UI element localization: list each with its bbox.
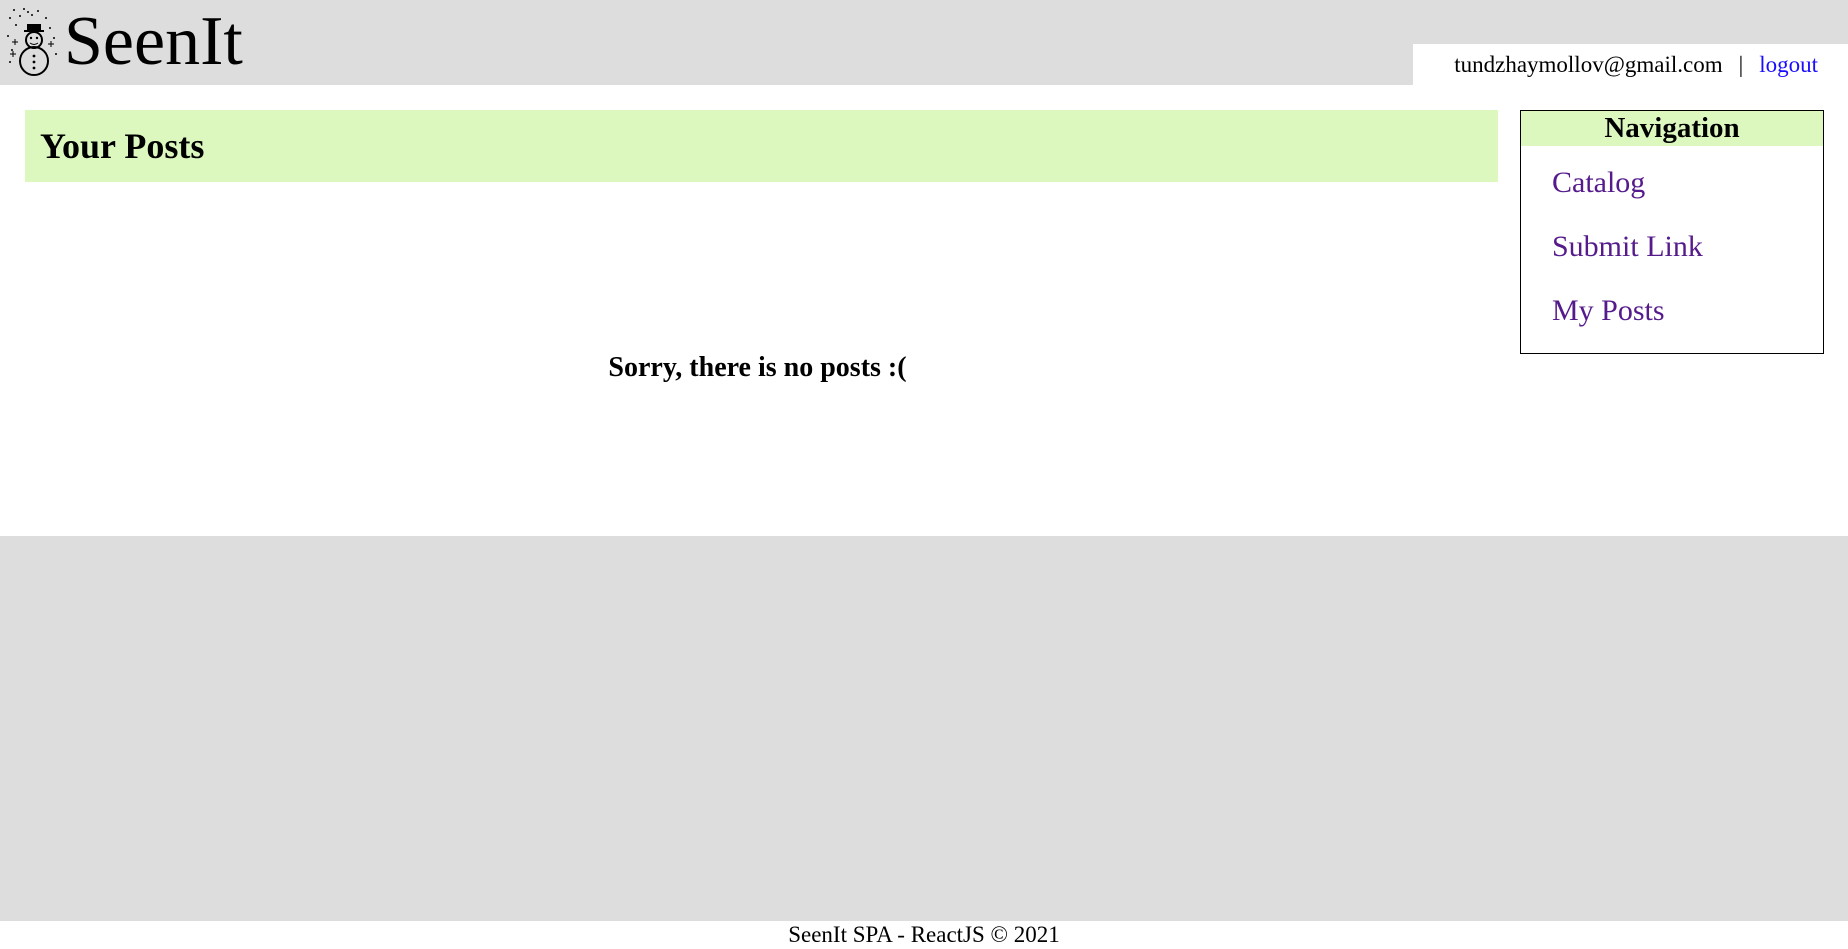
nav-link-catalog[interactable]: Catalog — [1552, 166, 1645, 199]
site-footer: SeenIt SPA - ReactJS © 2021 — [788, 922, 1060, 947]
nav-item-submit-link: Submit Link — [1521, 215, 1823, 279]
footer-background — [0, 536, 1848, 921]
nav-link-my-posts[interactable]: My Posts — [1552, 294, 1665, 327]
navigation-list: Catalog Submit Link My Posts — [1521, 151, 1823, 343]
page-title: Your Posts — [40, 126, 205, 166]
nav-item-my-posts: My Posts — [1521, 279, 1823, 343]
navigation-panel: Navigation Catalog Submit Link My Posts — [1520, 110, 1824, 354]
empty-posts-message: Sorry, there is no posts :( — [608, 352, 907, 383]
page: SeenIt tundzhaymollov@gmail.com | logout… — [0, 0, 1848, 949]
posts-header: Your Posts — [25, 110, 1498, 182]
nav-item-catalog: Catalog — [1521, 151, 1823, 215]
user-info: tundzhaymollov@gmail.com | logout — [1413, 44, 1848, 85]
logout-link[interactable]: logout — [1759, 52, 1818, 78]
separator: | — [1738, 51, 1744, 77]
site-header: SeenIt tundzhaymollov@gmail.com | logout — [0, 0, 1848, 85]
snowman-icon — [7, 8, 57, 76]
nav-link-submit-link[interactable]: Submit Link — [1552, 230, 1703, 263]
user-email: tundzhaymollov@gmail.com — [1454, 51, 1723, 77]
logo[interactable]: SeenIt — [4, 2, 243, 82]
navigation-title: Navigation — [1521, 111, 1823, 146]
site-title: SeenIt — [64, 3, 243, 80]
